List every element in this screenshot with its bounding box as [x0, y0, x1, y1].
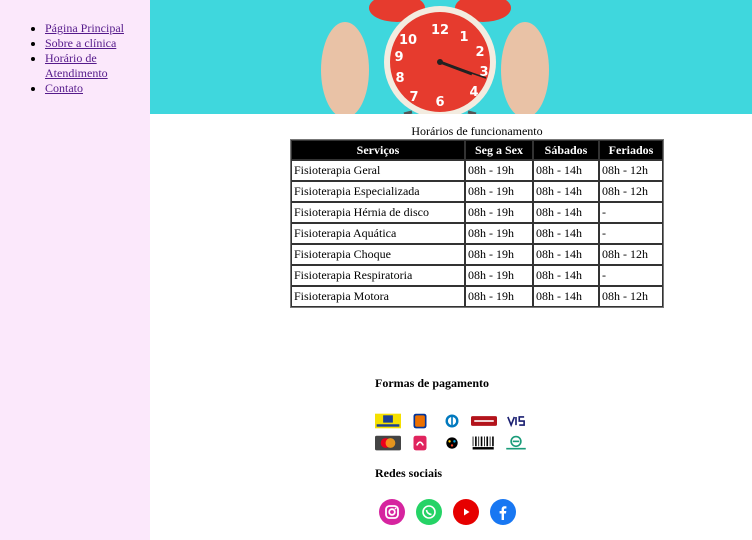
svg-text:9: 9	[394, 50, 403, 65]
weekday-cell: 08h - 19h	[465, 223, 533, 244]
service-cell: Fisioterapia Motora	[291, 286, 465, 307]
footer: Formas de pagamento Redes sociais	[375, 376, 555, 525]
weekday-cell: 08h - 19h	[465, 286, 533, 307]
svg-text:8: 8	[395, 71, 404, 86]
boleto-icon	[472, 436, 494, 450]
sidebar: Página Principal Sobre a clínica Horário…	[0, 0, 150, 540]
schedule-table: Serviços Seg a Sex Sábados Feriados Fisi…	[290, 139, 664, 308]
table-row: Fisioterapia Especializada 08h - 19h 08h…	[291, 181, 663, 202]
hipercard-icon	[471, 416, 497, 426]
weekday-cell: 08h - 19h	[465, 265, 533, 286]
transferencia-icon	[506, 435, 526, 450]
header-holidays: Feriados	[599, 140, 663, 160]
itau-icon	[413, 413, 427, 429]
nav-link-home[interactable]: Página Principal	[45, 21, 124, 35]
payment-title: Formas de pagamento	[375, 376, 489, 390]
weekday-cell: 08h - 19h	[465, 202, 533, 223]
saturday-cell: 08h - 14h	[533, 181, 599, 202]
saturday-cell: 08h - 14h	[533, 202, 599, 223]
elo-icon	[446, 437, 458, 449]
header-weekdays: Seg a Sex	[465, 140, 533, 160]
schedule-section: Horários de funcionamento Serviços Seg a…	[290, 124, 664, 308]
nav-item-contact: Contato	[45, 81, 140, 96]
svg-text:4: 4	[469, 85, 478, 100]
visa-icon	[507, 416, 525, 428]
hiper-icon	[413, 435, 427, 451]
weekday-cell: 08h - 19h	[465, 160, 533, 181]
weekday-cell: 08h - 19h	[465, 244, 533, 265]
holiday-cell: -	[599, 202, 663, 223]
service-cell: Fisioterapia Respiratoria	[291, 265, 465, 286]
svg-text:1: 1	[459, 30, 468, 45]
nav-link-hours[interactable]: Horário de Atendimento	[45, 51, 108, 80]
nav-link-about[interactable]: Sobre a clínica	[45, 36, 116, 50]
table-row: Fisioterapia Choque 08h - 19h 08h - 14h …	[291, 244, 663, 265]
alarm-clock-icon: 12 1 2 3 4 6 7 8 9 10	[321, 0, 549, 114]
nav-link-contact[interactable]: Contato	[45, 81, 83, 95]
social-title: Redes sociais	[375, 466, 442, 480]
nav-item-hours: Horário de Atendimento	[45, 51, 140, 81]
holiday-cell: 08h - 12h	[599, 286, 663, 307]
whatsapp-icon[interactable]	[416, 499, 442, 525]
nav-list: Página Principal Sobre a clínica Horário…	[45, 21, 140, 96]
saturday-cell: 08h - 14h	[533, 223, 599, 244]
header-banner: 12 1 2 3 4 6 7 8 9 10	[150, 0, 752, 114]
service-cell: Fisioterapia Aquática	[291, 223, 465, 244]
table-row: Fisioterapia Hérnia de disco 08h - 19h 0…	[291, 202, 663, 223]
holiday-cell: 08h - 12h	[599, 181, 663, 202]
banco-do-brasil-icon	[375, 413, 401, 429]
holiday-cell: -	[599, 223, 663, 244]
header-saturday: Sábados	[533, 140, 599, 160]
table-row: Fisioterapia Respiratoria 08h - 19h 08h …	[291, 265, 663, 286]
schedule-caption: Horários de funcionamento	[411, 124, 543, 138]
table-row: Fisioterapia Aquática 08h - 19h 08h - 14…	[291, 223, 663, 244]
saturday-cell: 08h - 14h	[533, 265, 599, 286]
service-cell: Fisioterapia Hérnia de disco	[291, 202, 465, 223]
service-cell: Fisioterapia Geral	[291, 160, 465, 181]
svg-text:6: 6	[435, 95, 444, 110]
svg-text:10: 10	[399, 33, 417, 48]
saturday-cell: 08h - 14h	[533, 286, 599, 307]
holiday-cell: 08h - 12h	[599, 244, 663, 265]
mastercard-icon	[375, 435, 401, 451]
service-cell: Fisioterapia Especializada	[291, 181, 465, 202]
instagram-icon[interactable]	[379, 499, 405, 525]
diners-icon	[445, 414, 459, 428]
svg-text:12: 12	[431, 23, 449, 38]
table-row: Fisioterapia Motora 08h - 19h 08h - 14h …	[291, 286, 663, 307]
table-header-row: Serviços Seg a Sex Sábados Feriados	[291, 140, 663, 160]
holiday-cell: 08h - 12h	[599, 160, 663, 181]
svg-text:2: 2	[475, 45, 484, 60]
holiday-cell: -	[599, 265, 663, 286]
saturday-cell: 08h - 14h	[533, 244, 599, 265]
svg-text:7: 7	[409, 90, 418, 105]
table-row: Fisioterapia Geral 08h - 19h 08h - 14h 0…	[291, 160, 663, 181]
social-links	[379, 499, 555, 525]
weekday-cell: 08h - 19h	[465, 181, 533, 202]
nav-item-home: Página Principal	[45, 21, 140, 36]
youtube-icon[interactable]	[453, 499, 479, 525]
header-services: Serviços	[291, 140, 465, 160]
service-cell: Fisioterapia Choque	[291, 244, 465, 265]
facebook-icon[interactable]	[490, 499, 516, 525]
payment-methods	[375, 413, 526, 451]
saturday-cell: 08h - 14h	[533, 160, 599, 181]
nav-item-about: Sobre a clínica	[45, 36, 140, 51]
